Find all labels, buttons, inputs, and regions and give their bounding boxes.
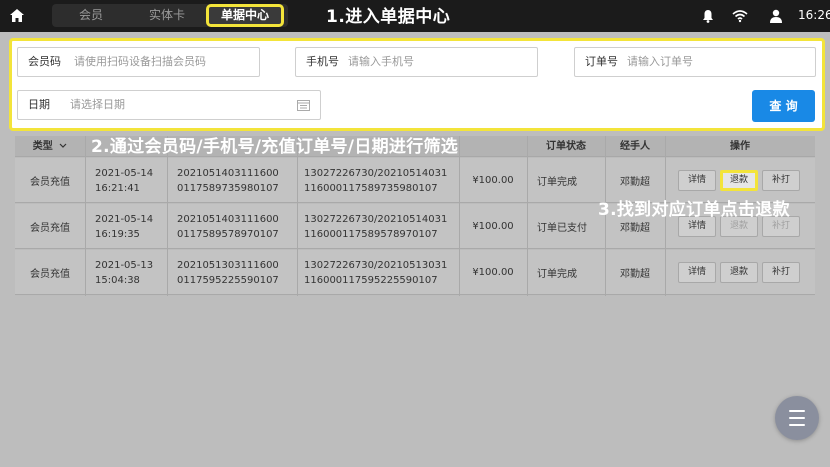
member-code-label: 会员码 [28, 55, 61, 68]
tab-member[interactable]: 会员 [60, 4, 122, 27]
column-divider [527, 136, 528, 296]
column-divider [85, 136, 86, 296]
date-label: 日期 [28, 98, 50, 111]
column-divider [297, 136, 298, 296]
menu-icon-line [789, 417, 805, 419]
clock: 16:26 [798, 8, 830, 22]
cell-order-no: 2021051403111600 0117589735980107 [177, 167, 279, 194]
user-icon[interactable] [768, 8, 784, 24]
cell-order-no: 2021051303111600 0117595225590107 [177, 259, 279, 286]
header-type-label: 类型 [32, 141, 53, 152]
tab-document-center[interactable]: 单据中心 [206, 4, 284, 27]
tab-physical-card[interactable]: 实体卡 [132, 4, 202, 27]
refund-button[interactable]: 退款 [720, 262, 758, 283]
table-row: 会员充值 2021-05-13 15:04:38 2021051303111600… [15, 250, 815, 295]
phone-input[interactable]: 请输入手机号 [348, 48, 414, 76]
nav-tabs: 会员 实体卡 单据中心 [52, 4, 288, 27]
cell-datetime: 2021-05-14 16:19:35 [95, 213, 154, 240]
cell-datetime: 2021-05-14 16:21:41 [95, 167, 154, 194]
home-icon[interactable] [8, 7, 26, 25]
date-field[interactable]: 日期 请选择日期 [17, 90, 321, 120]
header-handler: 经手人 [620, 141, 650, 152]
menu-icon [789, 410, 805, 412]
step2-annotation: 2.通过会员码/手机号/充值订单号/日期进行筛选 [91, 137, 459, 157]
reprint-button[interactable]: 补打 [762, 170, 800, 191]
wifi-icon [732, 10, 748, 23]
detail-button[interactable]: 详情 [678, 170, 716, 191]
cell-type: 会员充值 [30, 223, 70, 234]
column-divider [459, 136, 460, 296]
top-bar: 会员 实体卡 单据中心 1.进入单据中心 16:26 [0, 0, 830, 32]
menu-icon-line [789, 424, 805, 426]
step1-annotation: 1.进入单据中心 [326, 7, 451, 27]
order-number-field[interactable]: 订单号 请输入订单号 [574, 47, 816, 77]
cell-phone-order: 13027226730/20210514031 11600011758973598… [304, 167, 448, 194]
bell-icon[interactable] [700, 8, 716, 24]
header-type[interactable]: 类型 [15, 136, 85, 157]
cell-order-no: 2021051403111600 0117589578970107 [177, 213, 279, 240]
date-input[interactable]: 请选择日期 [70, 91, 125, 119]
header-status: 订单状态 [546, 141, 586, 152]
cell-status: 订单完成 [537, 177, 577, 188]
query-button[interactable]: 查 询 [752, 90, 815, 122]
filter-panel: 会员码 请使用扫码设备扫描会员码 手机号 请输入手机号 订单号 请输入订单号 日… [9, 38, 825, 131]
cell-datetime: 2021-05-13 15:04:38 [95, 259, 154, 286]
cell-type: 会员充值 [30, 269, 70, 280]
cell-phone-order: 13027226730/20210513031 11600011759522559… [304, 259, 448, 286]
cell-type: 会员充值 [30, 177, 70, 188]
cell-phone-order: 13027226730/20210514031 11600011758957897… [304, 213, 448, 240]
cell-status: 订单已支付 [537, 223, 587, 234]
cell-handler: 邓勤超 [620, 269, 650, 280]
cell-status: 订单完成 [537, 269, 577, 280]
step3-annotation: 3.找到对应订单点击退款 [598, 200, 790, 220]
order-number-label: 订单号 [585, 55, 618, 68]
header-actions: 操作 [730, 141, 750, 152]
member-code-input[interactable]: 请使用扫码设备扫描会员码 [74, 48, 206, 76]
cell-amount: ¥100.00 [472, 267, 514, 278]
reprint-button[interactable]: 补打 [762, 262, 800, 283]
column-divider [167, 136, 168, 296]
floating-menu-button[interactable] [775, 396, 819, 440]
chevron-down-icon [59, 143, 67, 148]
order-number-input[interactable]: 请输入订单号 [627, 48, 693, 76]
cell-amount: ¥100.00 [472, 221, 514, 232]
detail-button[interactable]: 详情 [678, 262, 716, 283]
refund-button[interactable]: 退款 [720, 170, 758, 191]
phone-field[interactable]: 手机号 请输入手机号 [295, 47, 538, 77]
calendar-icon[interactable] [297, 99, 310, 111]
cell-amount: ¥100.00 [472, 175, 514, 186]
member-code-field[interactable]: 会员码 请使用扫码设备扫描会员码 [17, 47, 260, 77]
phone-label: 手机号 [306, 55, 339, 68]
